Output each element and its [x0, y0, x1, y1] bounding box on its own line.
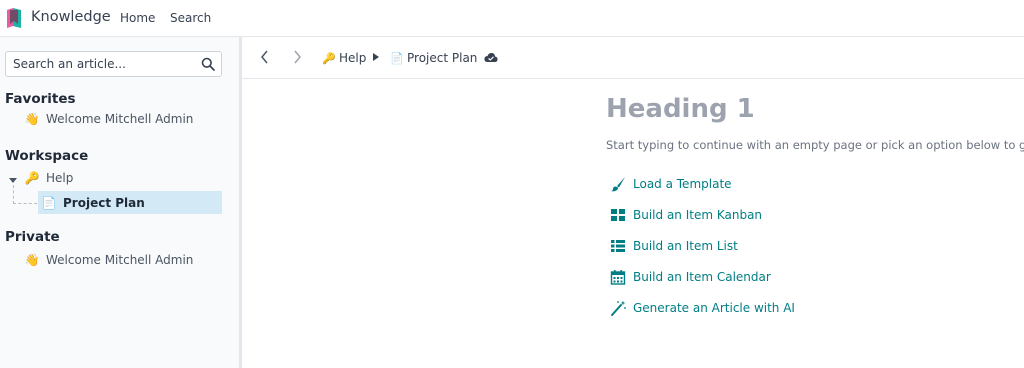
content-header: 🔑 Help 📄 Project Plan	[242, 37, 1024, 79]
breadcrumb-help[interactable]: 🔑 Help	[322, 51, 366, 65]
section-title-private[interactable]: Private	[5, 229, 60, 245]
page-icon: 📄	[41, 196, 57, 210]
action-label: Build an Item Kanban	[633, 208, 763, 222]
sidebar-item-project-plan[interactable]: 📄 Project Plan	[41, 196, 145, 210]
breadcrumb-label: Help	[339, 51, 367, 65]
sidebar-item-label: Project Plan	[63, 196, 145, 210]
cloud-saved-icon[interactable]	[484, 52, 498, 63]
article-heading-placeholder[interactable]: Heading 1	[606, 94, 755, 124]
waving-hand-icon: 👋	[24, 112, 40, 126]
nav-search-link[interactable]: Search	[170, 11, 211, 25]
magic-wand-icon	[610, 300, 626, 316]
action-label: Load a Template	[633, 177, 732, 191]
app-name[interactable]: Knowledge	[31, 9, 111, 25]
tree-line	[13, 203, 37, 204]
caret-down-icon[interactable]	[8, 175, 18, 185]
paintbrush-icon	[610, 176, 626, 192]
tree-line	[13, 185, 14, 204]
sidebar-item-welcome-private[interactable]: 👋 Welcome Mitchell Admin	[24, 253, 194, 267]
sidebar-item-help[interactable]: 🔑 Help	[24, 171, 74, 185]
waving-hand-icon: 👋	[24, 253, 40, 267]
breadcrumb-project-plan[interactable]: 📄 Project Plan	[390, 51, 477, 65]
search-icon[interactable]	[201, 57, 215, 71]
section-title-favorites[interactable]: Favorites	[5, 91, 76, 107]
build-list-button[interactable]: Build an Item List	[610, 238, 738, 254]
search-input[interactable]: Search an article...	[5, 51, 222, 77]
back-arrow-icon[interactable]	[259, 50, 271, 64]
page-icon: 📄	[390, 51, 404, 65]
sidebar-item-welcome-favorite[interactable]: 👋 Welcome Mitchell Admin	[24, 112, 194, 126]
build-calendar-button[interactable]: Build an Item Calendar	[610, 269, 771, 285]
load-template-button[interactable]: Load a Template	[610, 176, 732, 192]
action-label: Build an Item List	[633, 239, 738, 253]
sidebar-item-label: Help	[46, 171, 74, 185]
forward-arrow-icon[interactable]	[291, 50, 303, 64]
kanban-icon	[610, 207, 626, 223]
key-icon: 🔑	[24, 171, 40, 185]
top-navbar: Knowledge Home Search	[0, 0, 1024, 37]
search-placeholder: Search an article...	[13, 57, 126, 71]
key-icon: 🔑	[322, 51, 336, 65]
action-label: Generate an Article with AI	[633, 301, 795, 315]
sidebar-resize-handle[interactable]	[239, 37, 242, 368]
caret-right-icon	[373, 53, 379, 61]
breadcrumb-label: Project Plan	[407, 51, 478, 65]
sidebar-item-label: Welcome Mitchell Admin	[46, 253, 194, 267]
section-title-workspace[interactable]: Workspace	[5, 148, 88, 164]
nav-home-link[interactable]: Home	[120, 11, 155, 25]
generate-ai-article-button[interactable]: Generate an Article with AI	[610, 300, 795, 316]
knowledge-logo-icon[interactable]	[7, 8, 21, 28]
sidebar-item-label: Welcome Mitchell Admin	[46, 112, 194, 126]
empty-page-hint: Start typing to continue with an empty p…	[606, 138, 1024, 152]
action-label: Build an Item Calendar	[633, 270, 771, 284]
build-kanban-button[interactable]: Build an Item Kanban	[610, 207, 762, 223]
calendar-icon	[610, 269, 626, 285]
list-icon	[610, 238, 626, 254]
